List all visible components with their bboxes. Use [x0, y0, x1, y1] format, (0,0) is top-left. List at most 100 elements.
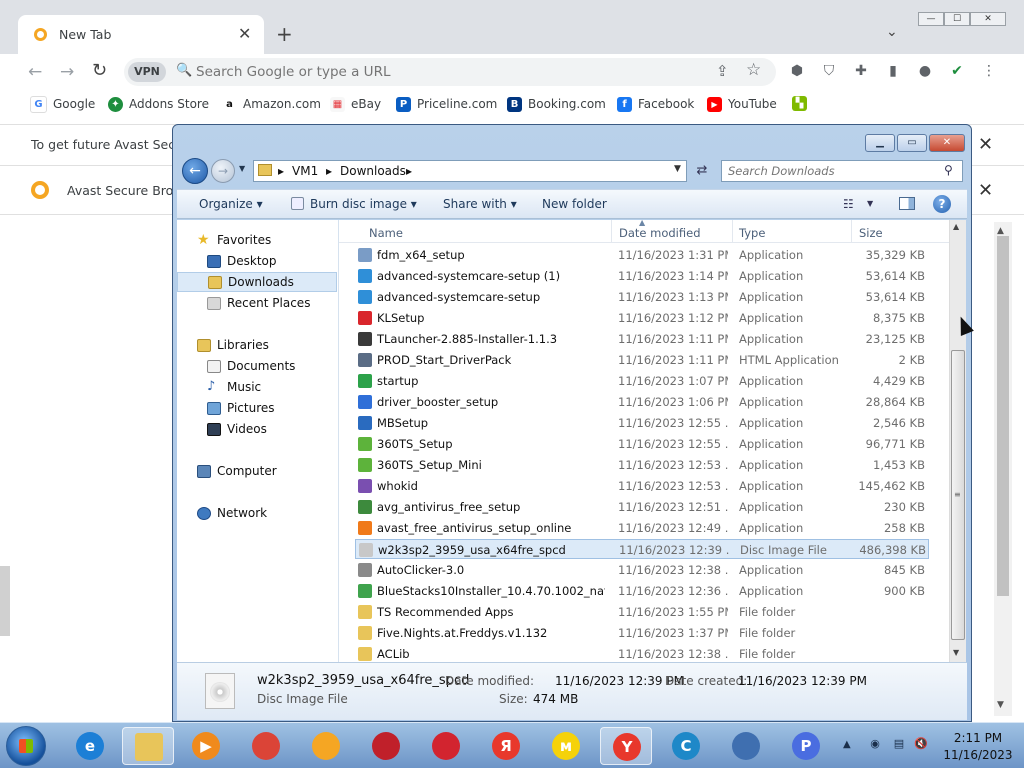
search-icon[interactable]: ⚲ — [944, 163, 953, 177]
column-divider[interactable] — [851, 220, 852, 242]
taskbar-internet-explorer[interactable]: e — [64, 727, 116, 765]
taskbar-yandex-browser[interactable]: Y — [600, 727, 652, 765]
address-bar[interactable]: ▸ VM1 ▸ Downloads ▸ ▼ — [253, 160, 687, 182]
bookmark-ebay[interactable]: ▦ eBay — [330, 94, 381, 114]
scroll-up-icon[interactable]: ▲ — [953, 222, 959, 231]
explorer-back-arrow-icon[interactable]: ← — [182, 158, 208, 184]
file-row[interactable]: avg_antivirus_free_setup 11/16/2023 12:51… — [355, 497, 929, 517]
taskbar-yandex[interactable]: Я — [480, 727, 532, 765]
privacy-extension-icon[interactable]: ⛉ — [820, 62, 838, 80]
column-header-date[interactable]: Date modified — [619, 226, 701, 240]
new-folder-button[interactable]: New folder — [542, 197, 607, 211]
scroll-down-icon[interactable]: ▼ — [953, 648, 959, 657]
new-tab-plus-icon[interactable]: + — [276, 24, 293, 44]
column-divider[interactable] — [732, 220, 733, 242]
file-row[interactable]: AutoClicker-3.0 11/16/2023 12:38 ... Appli… — [355, 560, 929, 580]
taskbar-p-app[interactable]: P — [780, 727, 832, 765]
file-row[interactable]: ACLib 11/16/2023 12:38 ... File folder — [355, 644, 929, 664]
file-row[interactable]: startup 11/16/2023 1:07 PM Application 4,42… — [355, 371, 929, 391]
nav-network[interactable]: Network — [177, 503, 357, 523]
file-row[interactable]: avast_free_antivirus_setup_online 11/16/2… — [355, 518, 929, 538]
file-row[interactable]: MBSetup 11/16/2023 12:55 ... Application 2,… — [355, 413, 929, 433]
preview-pane-icon[interactable] — [899, 197, 915, 210]
back-arrow-icon[interactable]: ← — [28, 62, 42, 82]
taskbar-chrome[interactable] — [240, 727, 292, 765]
address-dropdown-icon[interactable]: ▼ — [674, 164, 681, 174]
side-panel-icon[interactable]: ▮ — [884, 62, 902, 80]
column-header-size[interactable]: Size — [859, 226, 883, 240]
file-row[interactable]: w2k3sp2_3959_usa_x64fre_spcd 11/16/2023 1… — [355, 539, 929, 559]
organize-button[interactable]: Organize ▾ — [199, 197, 263, 211]
share-with-button[interactable]: Share with ▾ — [443, 197, 517, 211]
view-dropdown-icon[interactable]: ▼ — [867, 199, 873, 208]
taskbar-media-player[interactable]: ▶ — [180, 727, 232, 765]
menu-kebab-icon[interactable]: ⋮ — [980, 62, 998, 80]
explorer-search-input[interactable] — [728, 164, 936, 178]
browser-minimize-button[interactable]: — — [918, 12, 944, 26]
bookmark-extra-icon[interactable]: ▚ — [792, 96, 807, 111]
bookmark-addons-store[interactable]: ✦ Addons Store — [108, 94, 209, 114]
change-view-icon[interactable]: ☷ — [843, 197, 854, 211]
page-scroll-up-icon[interactable]: ▲ — [997, 226, 1004, 236]
file-row[interactable]: TLauncher-2.885-Installer-1.1.3 11/16/202… — [355, 329, 929, 349]
taskbar-recorder[interactable] — [420, 727, 472, 765]
file-row[interactable]: BlueStacks10Installer_10.4.70.1002_nativ… — [355, 581, 929, 601]
bookmark-star-icon[interactable]: ☆ — [746, 60, 761, 80]
taskbar-avast-browser[interactable] — [300, 727, 352, 765]
file-row[interactable]: 360TS_Setup 11/16/2023 12:55 ... Applicati… — [355, 434, 929, 454]
column-header-type[interactable]: Type — [739, 226, 765, 240]
nav-favorites[interactable]: ★ Favorites — [177, 230, 357, 250]
page-scroll-down-icon[interactable]: ▼ — [997, 700, 1004, 710]
file-row[interactable]: PROD_Start_DriverPack 11/16/2023 1:11 PM H… — [355, 350, 929, 370]
taskbar-miro[interactable]: м — [540, 727, 592, 765]
bookmark-youtube[interactable]: ▶ YouTube — [707, 94, 777, 114]
tab-new-tab[interactable]: New Tab ✕ — [18, 15, 264, 54]
file-row[interactable]: driver_booster_setup 11/16/2023 1:06 PM Ap… — [355, 392, 929, 412]
show-hidden-icons-arrow-icon[interactable]: ▲ — [843, 739, 851, 750]
file-row[interactable]: KLSetup 11/16/2023 1:12 PM Application 8,37… — [355, 308, 929, 328]
clock-date[interactable]: 11/16/2023 — [940, 748, 1016, 762]
reload-icon[interactable]: ↻ — [92, 60, 107, 81]
breadcrumb-separator-icon[interactable]: ▸ — [406, 164, 412, 178]
banner-close-icon[interactable]: ✕ — [978, 134, 993, 155]
taskbar-gear-app[interactable] — [360, 727, 412, 765]
share-icon[interactable]: ⇪ — [716, 62, 729, 80]
profile-icon[interactable]: ● — [916, 62, 934, 80]
file-row[interactable]: Five.Nights.at.Freddys.v1.132 11/16/2023 … — [355, 623, 929, 643]
help-icon[interactable]: ? — [933, 195, 951, 213]
taskbar-remote-app[interactable] — [720, 727, 772, 765]
shield-extension-icon[interactable]: ⬢ — [788, 62, 806, 80]
extensions-puzzle-icon[interactable]: ✚ — [852, 62, 870, 80]
explorer-close-button[interactable]: ✕ — [929, 134, 965, 152]
omnibox[interactable]: VPN 🔍 ⇪ ☆ — [124, 58, 776, 86]
page-scrollbar-thumb[interactable] — [997, 236, 1009, 596]
breadcrumb-vm1[interactable]: VM1 — [292, 164, 318, 178]
file-row[interactable]: fdm_x64_setup 11/16/2023 1:31 PM Applicati… — [355, 245, 929, 265]
clock-time[interactable]: 2:11 PM — [940, 731, 1016, 745]
bookmark-facebook[interactable]: f Facebook — [617, 94, 694, 114]
volume-muted-icon[interactable]: 🔇 — [914, 737, 928, 751]
nav-computer[interactable]: Computer — [177, 461, 357, 481]
file-row[interactable]: TS Recommended Apps 11/16/2023 1:55 PM Fil… — [355, 602, 929, 622]
breadcrumb-downloads[interactable]: Downloads — [340, 164, 406, 178]
bookmark-amazon[interactable]: a Amazon.com — [222, 94, 321, 114]
nav-libraries[interactable]: Libraries — [177, 335, 357, 355]
column-divider[interactable] — [611, 220, 612, 242]
explorer-search-box[interactable]: ⚲ — [721, 160, 963, 182]
file-row[interactable]: advanced-systemcare-setup 11/16/2023 1:13… — [355, 287, 929, 307]
promo-close-icon[interactable]: ✕ — [978, 180, 993, 201]
nav-downloads[interactable]: Downloads — [177, 272, 337, 292]
bookmark-booking[interactable]: B Booking.com — [507, 94, 606, 114]
taskbar-file-explorer[interactable] — [122, 727, 174, 765]
browser-close-button[interactable]: ✕ — [970, 12, 1006, 26]
file-list-scrollbar[interactable]: ▲ ≡ ▼ — [949, 220, 966, 662]
file-row[interactable]: whokid 11/16/2023 12:53 ... Application 145… — [355, 476, 929, 496]
column-header-name[interactable]: Name — [369, 226, 403, 240]
file-row[interactable]: 360TS_Setup_Mini 11/16/2023 12:53 ... Appl… — [355, 455, 929, 475]
tray-app-icon[interactable]: ◉ — [868, 737, 882, 751]
explorer-forward-arrow-icon[interactable]: → — [211, 159, 235, 183]
taskbar-ccleaner[interactable]: C — [660, 727, 712, 765]
recent-pages-chevron-icon[interactable]: ▼ — [239, 164, 245, 173]
file-row[interactable]: advanced-systemcare-setup (1) 11/16/2023 … — [355, 266, 929, 286]
breadcrumb-separator-icon[interactable]: ▸ — [326, 164, 332, 178]
